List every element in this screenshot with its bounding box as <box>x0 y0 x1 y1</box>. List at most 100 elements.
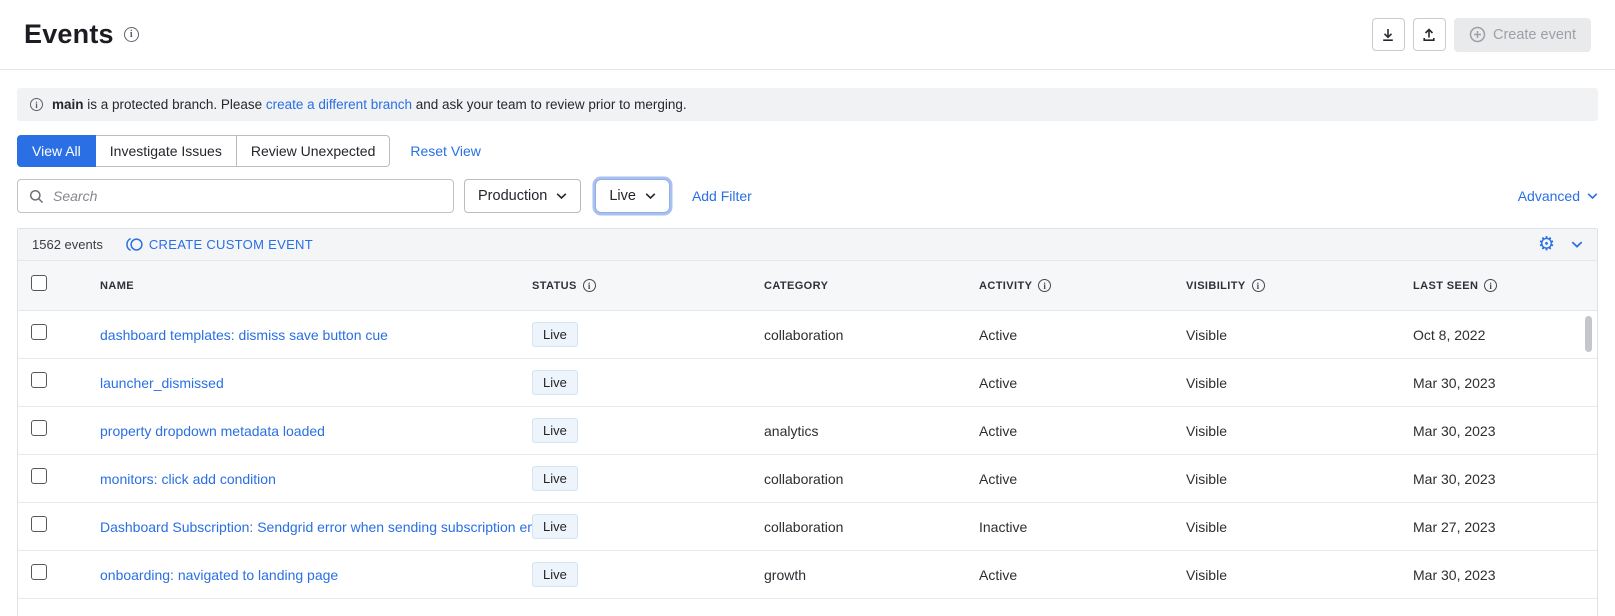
col-name[interactable]: NAME <box>100 280 532 292</box>
visibility-info-icon[interactable]: i <box>1252 279 1265 292</box>
event-name-link[interactable]: onboarding: navigated to landing page <box>100 567 532 583</box>
add-filter-link[interactable]: Add Filter <box>692 188 752 204</box>
tab-view-all[interactable]: View All <box>17 135 96 167</box>
last-seen-cell: Oct 8, 2022 <box>1413 327 1597 343</box>
last-seen-info-icon[interactable]: i <box>1484 279 1497 292</box>
table-row: onboarding: navigated to landing page Li… <box>18 551 1597 599</box>
create-custom-event-link[interactable]: CREATE CUSTOM EVENT <box>125 237 313 252</box>
banner-info-icon: i <box>30 98 43 111</box>
visibility-cell: Visible <box>1186 519 1413 535</box>
table-row: monitors: click add condition Live colla… <box>18 455 1597 503</box>
row-checkbox[interactable] <box>31 372 47 388</box>
table-row: dashboard templates: dismiss save button… <box>18 311 1597 359</box>
partial-next-row <box>18 599 1597 616</box>
last-seen-cell: Mar 30, 2023 <box>1413 471 1597 487</box>
status-badge: Live <box>532 322 578 348</box>
create-branch-link[interactable]: create a different branch <box>266 97 412 112</box>
status-info-icon[interactable]: i <box>583 279 596 292</box>
last-seen-cell: Mar 27, 2023 <box>1413 519 1597 535</box>
table-row: property dropdown metadata loaded Live a… <box>18 407 1597 455</box>
row-checkbox[interactable] <box>31 324 47 340</box>
create-event-button[interactable]: Create event <box>1454 18 1591 52</box>
custom-event-icon <box>125 237 144 252</box>
row-checkbox[interactable] <box>31 420 47 436</box>
col-category[interactable]: CATEGORY <box>764 280 979 292</box>
category-cell: growth <box>764 567 979 583</box>
status-badge: Live <box>532 418 578 444</box>
table-row: launcher_dismissed Live Active Visible M… <box>18 359 1597 407</box>
chevron-down-icon <box>645 192 656 200</box>
visibility-cell: Visible <box>1186 375 1413 391</box>
activity-cell: Active <box>979 471 1186 487</box>
last-seen-cell: Mar 30, 2023 <box>1413 375 1597 391</box>
upload-icon <box>1421 27 1437 43</box>
tab-review-unexpected[interactable]: Review Unexpected <box>237 135 391 167</box>
col-activity[interactable]: ACTIVITYi <box>979 279 1186 292</box>
gear-icon[interactable]: ⚙ <box>1538 235 1555 254</box>
status-badge: Live <box>532 514 578 540</box>
filter-bar: Production Live Add Filter Advanced <box>17 179 1598 213</box>
visibility-cell: Visible <box>1186 327 1413 343</box>
event-name-link[interactable]: launcher_dismissed <box>100 375 532 391</box>
reset-view-link[interactable]: Reset View <box>410 143 481 159</box>
table-collapse-chevron-icon[interactable] <box>1571 240 1583 249</box>
col-visibility[interactable]: VISIBILITYi <box>1186 279 1413 292</box>
activity-cell: Inactive <box>979 519 1186 535</box>
row-checkbox[interactable] <box>31 516 47 532</box>
event-name-link[interactable]: property dropdown metadata loaded <box>100 423 532 439</box>
visibility-cell: Visible <box>1186 423 1413 439</box>
view-tabs: View All Investigate Issues Review Unexp… <box>17 135 1598 167</box>
event-name-link[interactable]: Dashboard Subscription: Sendgrid error w… <box>100 519 532 535</box>
search-input[interactable] <box>53 188 442 204</box>
upload-button[interactable] <box>1413 18 1446 51</box>
visibility-cell: Visible <box>1186 471 1413 487</box>
category-cell: analytics <box>764 423 979 439</box>
status-dropdown[interactable]: Live <box>595 179 670 213</box>
row-checkbox[interactable] <box>31 468 47 484</box>
col-status[interactable]: STATUSi <box>532 279 764 292</box>
table-row: Dashboard Subscription: Sendgrid error w… <box>18 503 1597 551</box>
category-cell: collaboration <box>764 471 979 487</box>
activity-info-icon[interactable]: i <box>1038 279 1051 292</box>
select-all-checkbox[interactable] <box>31 275 47 291</box>
events-table: 1562 events CREATE CUSTOM EVENT ⚙ NAME S… <box>17 228 1598 616</box>
col-last-seen[interactable]: LAST SEENi <box>1413 279 1597 292</box>
event-name-link[interactable]: monitors: click add condition <box>100 471 532 487</box>
chevron-down-icon <box>556 192 567 200</box>
status-badge: Live <box>532 466 578 492</box>
visibility-cell: Visible <box>1186 567 1413 583</box>
environment-dropdown[interactable]: Production <box>464 179 581 213</box>
events-count: 1562 events <box>32 237 103 252</box>
status-badge: Live <box>532 370 578 396</box>
top-bar: Events i Create event <box>0 0 1615 70</box>
advanced-dropdown[interactable]: Advanced <box>1518 188 1598 204</box>
status-badge: Live <box>532 562 578 588</box>
protected-branch-banner: i main is a protected branch. Please cre… <box>17 88 1598 121</box>
activity-cell: Active <box>979 567 1186 583</box>
chevron-down-icon <box>1587 192 1598 200</box>
category-cell: collaboration <box>764 327 979 343</box>
activity-cell: Active <box>979 327 1186 343</box>
table-header-row: NAME STATUSi CATEGORY ACTIVITYi VISIBILI… <box>18 261 1597 311</box>
search-input-wrap <box>17 179 454 213</box>
category-cell: collaboration <box>764 519 979 535</box>
search-icon <box>29 189 44 204</box>
plus-circle-icon <box>1469 26 1486 43</box>
activity-cell: Active <box>979 375 1186 391</box>
last-seen-cell: Mar 30, 2023 <box>1413 567 1597 583</box>
page-title: Events <box>24 19 114 50</box>
table-scrollbar[interactable] <box>1585 316 1592 352</box>
branch-name: main <box>52 97 84 112</box>
download-icon <box>1380 27 1396 43</box>
create-event-label: Create event <box>1493 27 1576 43</box>
event-name-link[interactable]: dashboard templates: dismiss save button… <box>100 327 532 343</box>
download-button[interactable] <box>1372 18 1405 51</box>
tab-investigate-issues[interactable]: Investigate Issues <box>96 135 237 167</box>
banner-text: main is a protected branch. Please creat… <box>52 97 687 112</box>
page-title-info-icon[interactable]: i <box>124 27 139 42</box>
table-toolbar: 1562 events CREATE CUSTOM EVENT ⚙ <box>18 229 1597 261</box>
activity-cell: Active <box>979 423 1186 439</box>
last-seen-cell: Mar 30, 2023 <box>1413 423 1597 439</box>
row-checkbox[interactable] <box>31 564 47 580</box>
table-body: dashboard templates: dismiss save button… <box>18 311 1597 599</box>
